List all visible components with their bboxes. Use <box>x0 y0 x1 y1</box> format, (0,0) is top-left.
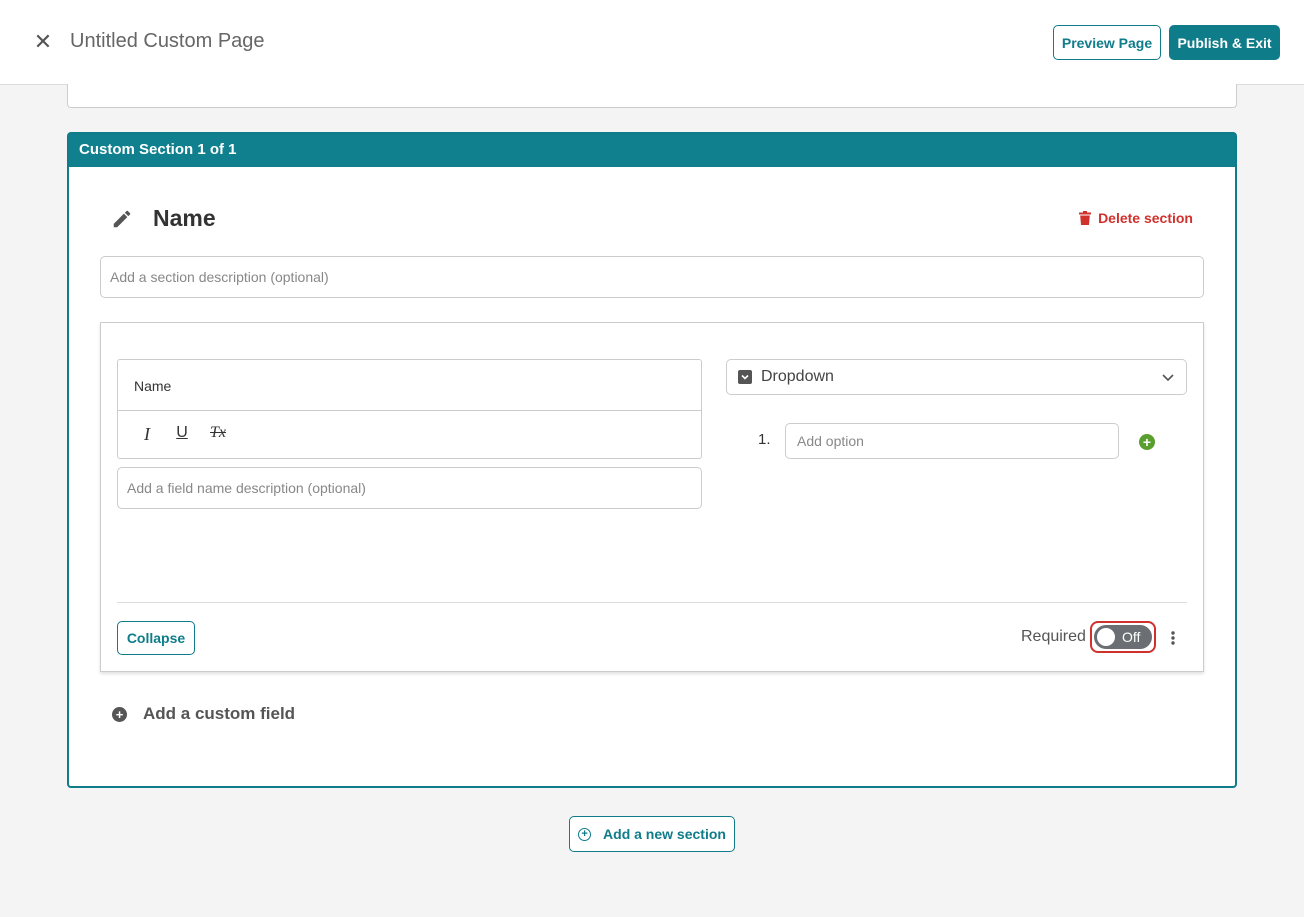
trash-icon <box>1079 211 1092 225</box>
underline-icon[interactable]: U <box>170 424 194 448</box>
add-custom-field-label: Add a custom field <box>143 704 296 723</box>
option-number: 1. <box>758 431 771 448</box>
toggle-track: Off <box>1094 625 1152 649</box>
custom-section: Custom Section 1 of 1 Name Delete sectio… <box>67 132 1237 788</box>
add-option-icon[interactable]: + <box>1139 434 1155 450</box>
section-description-input[interactable] <box>100 256 1204 298</box>
field-type-label: Dropdown <box>761 368 834 385</box>
field-type-select[interactable]: Dropdown <box>726 359 1187 395</box>
collapse-button[interactable]: Collapse <box>117 621 195 655</box>
add-circle-outline-icon: + <box>578 827 592 841</box>
clear-format-icon[interactable]: Tx <box>206 424 230 448</box>
close-icon[interactable]: ✕ <box>30 28 56 56</box>
preview-page-button[interactable]: Preview Page <box>1053 25 1161 60</box>
card-divider <box>117 602 1187 603</box>
add-new-section-label: Add a new section <box>603 826 726 842</box>
toggle-knob <box>1097 628 1115 646</box>
required-toggle[interactable]: Off <box>1090 621 1156 653</box>
option-input[interactable] <box>785 423 1119 459</box>
custom-field-card: Name I U Tx Dropdown 1. + Collapse Requi… <box>100 322 1204 672</box>
pencil-icon[interactable] <box>111 208 133 230</box>
field-name-text[interactable]: Name <box>134 378 171 394</box>
more-options-icon[interactable] <box>1165 628 1181 648</box>
page-title: Untitled Custom Page <box>70 30 265 52</box>
add-custom-field-button[interactable]: + Add a custom field <box>112 704 295 724</box>
italic-icon[interactable]: I <box>135 424 159 448</box>
add-new-section-button[interactable]: + Add a new section <box>569 816 735 852</box>
chevron-down-icon <box>1162 374 1174 382</box>
dropdown-type-icon <box>738 370 752 384</box>
previous-section-card <box>67 84 1237 108</box>
top-bar: ✕ Untitled Custom Page Preview Page Publ… <box>0 0 1304 85</box>
delete-section-label: Delete section <box>1098 210 1193 226</box>
toggle-state-label: Off <box>1122 629 1141 645</box>
field-description-input[interactable] <box>117 467 702 509</box>
editor-toolbar: I U Tx <box>118 410 701 459</box>
delete-section-button[interactable]: Delete section <box>1079 210 1193 226</box>
section-name[interactable]: Name <box>153 205 216 232</box>
field-name-editor[interactable]: Name I U Tx <box>117 359 702 459</box>
add-circle-icon: + <box>112 706 127 722</box>
publish-exit-button[interactable]: Publish & Exit <box>1169 25 1280 60</box>
section-header: Custom Section 1 of 1 <box>69 134 1235 167</box>
required-label: Required <box>1021 628 1086 645</box>
